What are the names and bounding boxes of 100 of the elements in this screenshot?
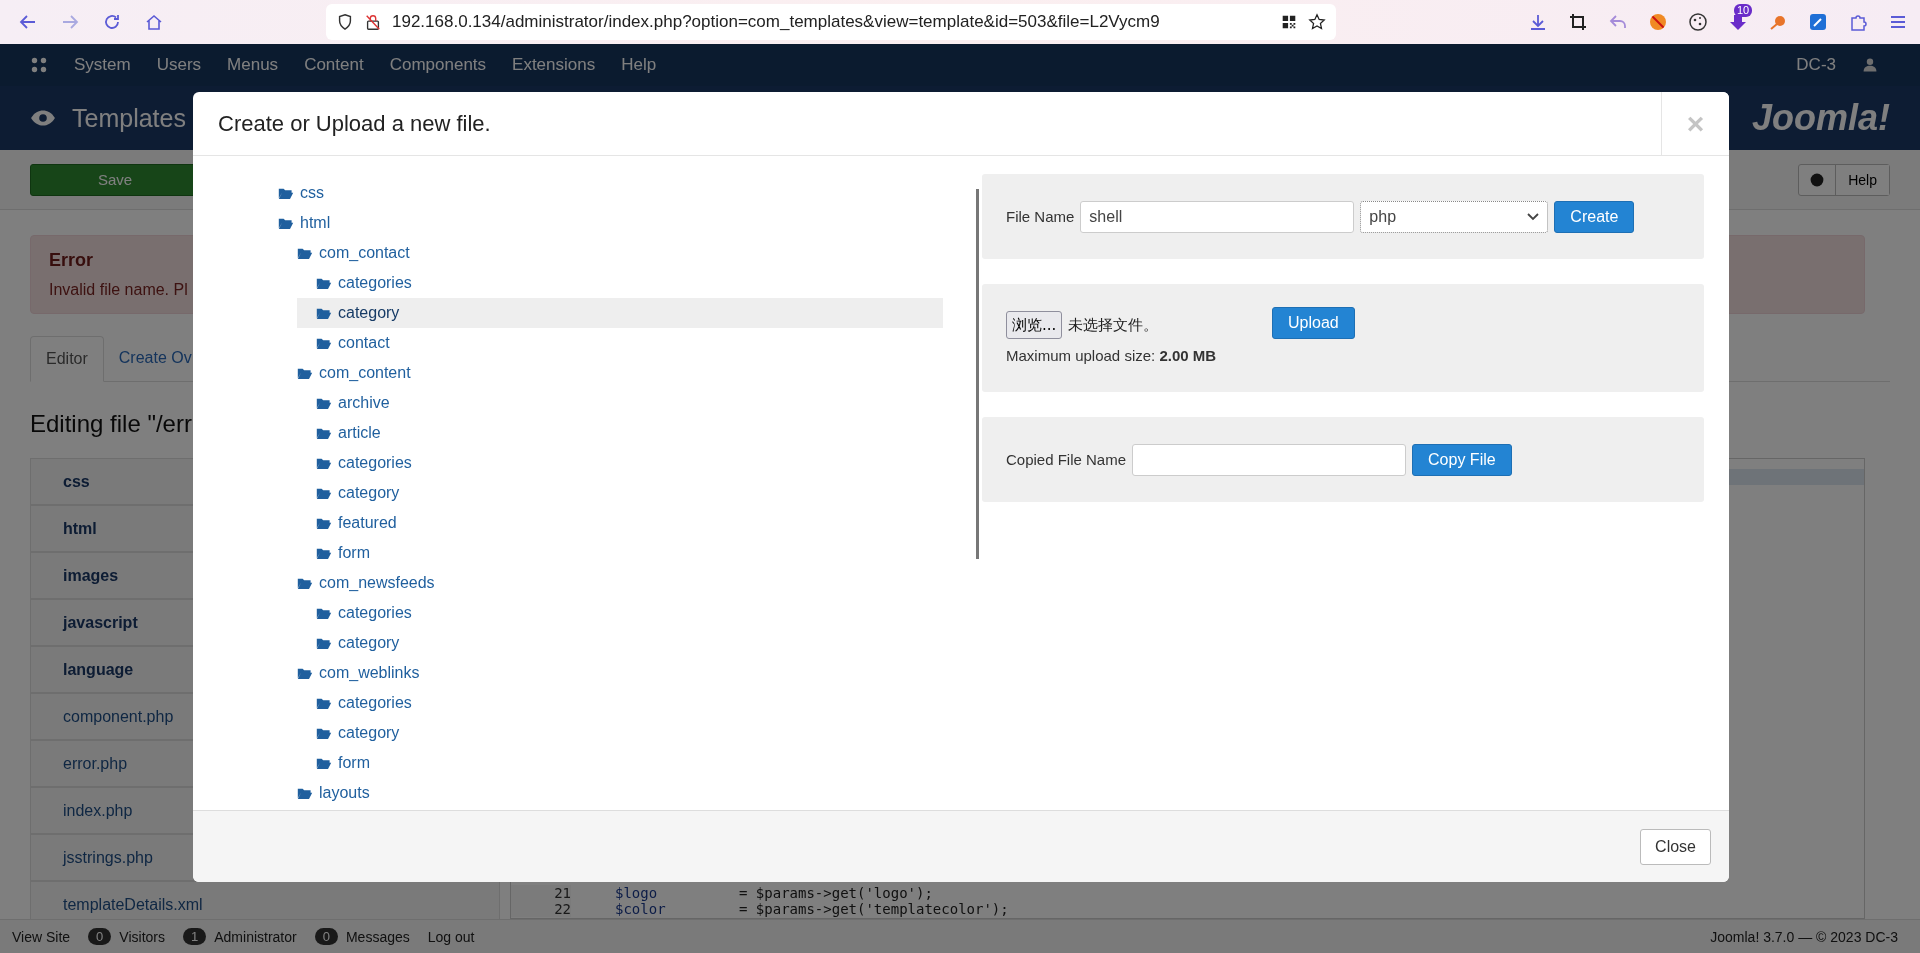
folder-icon — [297, 576, 313, 590]
tree-item[interactable]: category — [297, 298, 943, 328]
version-text: Joomla! 3.7.0 — © 2023 DC-3 — [1710, 928, 1898, 945]
crop-icon[interactable] — [1568, 12, 1588, 32]
folder-icon — [316, 696, 332, 710]
puzzle-icon[interactable] — [1848, 12, 1868, 32]
menu-item[interactable]: Users — [156, 55, 202, 75]
alert-message: Invalid file name. Pl — [49, 281, 188, 299]
home-icon[interactable] — [144, 12, 164, 32]
tree-item[interactable]: categories — [316, 268, 943, 298]
folder-icon — [316, 606, 332, 620]
close-button[interactable]: Close — [1640, 828, 1711, 865]
tab[interactable]: Editor — [30, 336, 104, 382]
copy-file-button[interactable]: Copy File — [1412, 443, 1512, 476]
folder-icon — [316, 516, 332, 530]
folder-icon — [316, 426, 332, 440]
modal-title: Create or Upload a new file. — [218, 110, 491, 137]
tree-item[interactable]: featured — [316, 508, 943, 538]
tree-item[interactable]: category — [316, 628, 943, 658]
copy-name-field[interactable] — [1132, 443, 1407, 476]
status-link[interactable]: Visitors — [119, 928, 165, 945]
count-badge: 0 — [314, 928, 338, 945]
file-name-field[interactable]: shell — [1080, 200, 1355, 233]
folder-icon — [278, 186, 294, 200]
folder-icon — [316, 546, 332, 560]
view-site-link[interactable]: View Site — [12, 928, 71, 945]
alert-title: Error — [49, 250, 93, 271]
menu-item[interactable]: Content — [304, 55, 364, 75]
joomla-icon[interactable] — [30, 56, 48, 74]
line-number: 22 — [511, 901, 571, 917]
no-file-text: 未选择文件。 — [1068, 315, 1159, 335]
menu-item[interactable]: Menus — [227, 55, 279, 75]
qr-code-icon[interactable] — [1280, 13, 1298, 31]
code-variable: $color — [615, 901, 667, 917]
help-button[interactable]: Help — [1835, 164, 1889, 195]
shield-icon — [336, 13, 354, 31]
extension-dropdown[interactable]: php — [1360, 200, 1549, 233]
folder-icon — [278, 216, 294, 230]
tree-item[interactable]: form — [316, 538, 943, 568]
editing-title: Editing file "/err — [30, 410, 192, 438]
upload-button[interactable]: Upload — [1272, 307, 1355, 339]
tree-item[interactable]: categories — [316, 448, 943, 478]
menu-item[interactable]: Extensions — [512, 55, 596, 75]
folder-icon — [316, 726, 332, 740]
joomla-logo: Joomla! — [1751, 97, 1890, 139]
code-variable: $logo — [615, 885, 659, 901]
tree-item[interactable]: category — [316, 478, 943, 508]
count-badge: 1 — [183, 928, 207, 945]
folder-icon — [316, 396, 332, 410]
folder-icon — [316, 276, 332, 290]
tree-item[interactable]: category — [316, 718, 943, 748]
field-label: File Name — [1006, 208, 1075, 225]
tree-item[interactable]: layouts — [297, 778, 943, 808]
status-link[interactable]: Administrator — [214, 928, 297, 945]
code-text: = $params->get('templatecolor'); — [739, 901, 1009, 917]
folder-icon — [297, 666, 313, 680]
tree-item[interactable]: com_weblinks — [297, 658, 943, 688]
download-arrow-icon[interactable] — [1728, 12, 1748, 32]
address-field[interactable]: 192.168.0.134/administrator/index.php?option=com_templates&view=template&id=503&file=L2Vycm9 — [326, 4, 1336, 40]
folder-icon — [316, 636, 332, 650]
create-button[interactable]: Create — [1554, 200, 1635, 233]
folder-icon — [316, 306, 332, 320]
cookie-icon[interactable] — [1688, 12, 1708, 32]
site-link[interactable]: DC-3 — [1796, 55, 1836, 75]
edit-square-icon[interactable] — [1808, 12, 1828, 32]
page-title: Templates — [72, 103, 186, 133]
blocked-extension-icon[interactable] — [1648, 12, 1668, 32]
tree-item[interactable]: html — [278, 208, 943, 238]
browse-button[interactable]: 浏览... — [1006, 311, 1063, 339]
count-badge: 0 — [88, 928, 112, 945]
folder-icon — [297, 786, 313, 800]
tree-item[interactable]: categories — [316, 688, 943, 718]
menu-item[interactable]: Help — [621, 55, 657, 75]
tree-item[interactable]: com_content — [297, 358, 943, 388]
tree-item[interactable]: archive — [316, 388, 943, 418]
star-icon[interactable] — [1308, 13, 1326, 31]
folder-icon — [297, 246, 313, 260]
tree-item[interactable]: css — [278, 178, 943, 208]
download-icon[interactable] — [1528, 12, 1548, 32]
notification-badge: 10 — [1734, 4, 1753, 17]
tree-item[interactable]: contact — [316, 328, 943, 358]
logout-link[interactable]: Log out — [427, 928, 475, 945]
menu-item[interactable]: Components — [389, 55, 487, 75]
tree-item[interactable]: categories — [316, 598, 943, 628]
reload-icon[interactable] — [102, 12, 122, 32]
code-text: = $params->get('logo'); — [739, 885, 933, 901]
menu-item[interactable]: System — [74, 55, 131, 75]
insecure-lock-icon — [364, 13, 382, 31]
tree-item[interactable]: com_newsfeeds — [297, 568, 943, 598]
folder-icon — [297, 366, 313, 380]
user-icon[interactable] — [1862, 57, 1878, 73]
tree-item[interactable]: com_contact — [297, 238, 943, 268]
tree-item[interactable]: form — [316, 748, 943, 778]
upload-limit-text: Maximum upload size: 2.00 MB — [1006, 347, 1218, 364]
tree-item[interactable]: article — [316, 418, 943, 448]
folder-icon — [316, 336, 332, 350]
status-link[interactable]: Messages — [345, 928, 410, 945]
line-number: 21 — [511, 885, 571, 901]
field-label: Copied File Name — [1006, 451, 1127, 468]
folder-icon — [316, 486, 332, 500]
